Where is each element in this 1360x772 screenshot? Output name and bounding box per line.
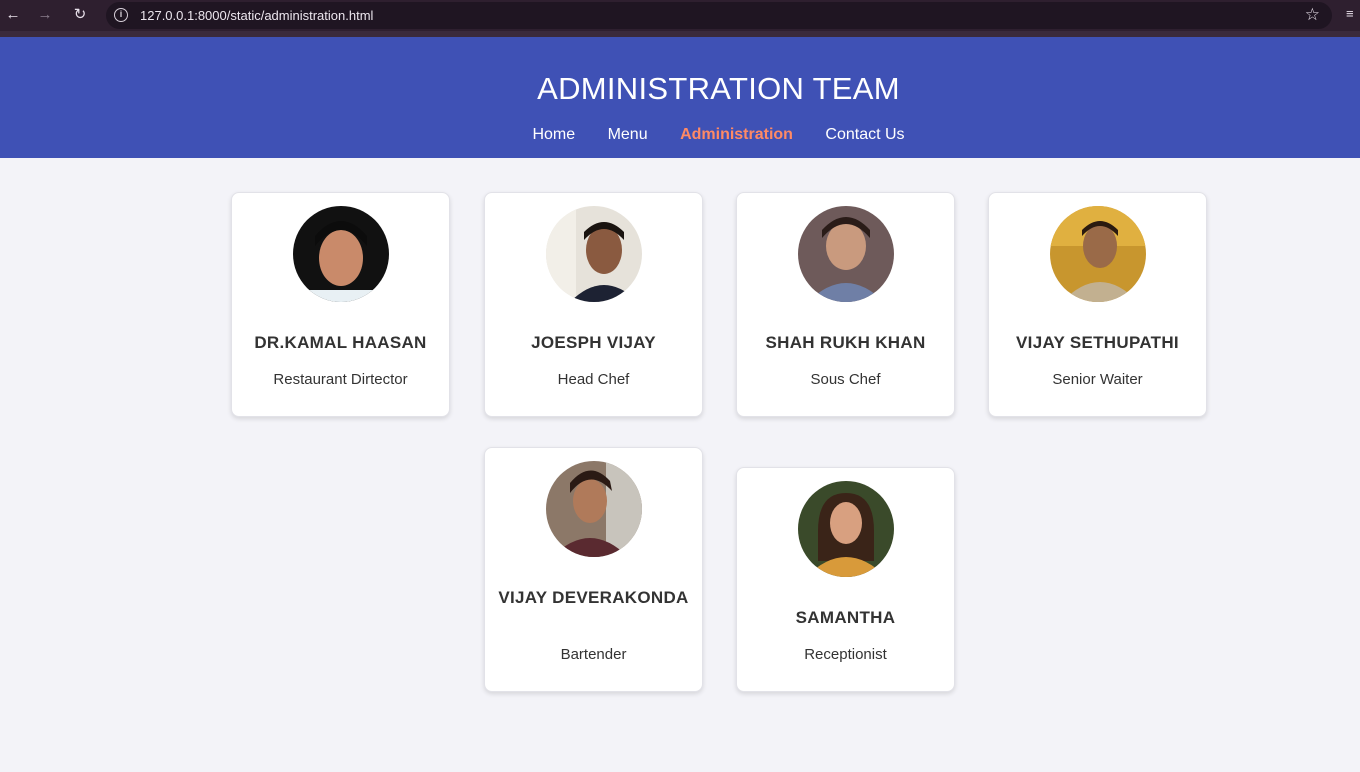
avatar: [1050, 206, 1146, 302]
nav-menu[interactable]: Menu: [608, 126, 648, 144]
avatar: [798, 206, 894, 302]
back-arrow-icon[interactable]: ←: [3, 5, 23, 25]
member-name: VIJAY SETHUPATHI: [1016, 333, 1179, 352]
team-card: SAMANTHA Receptionist: [736, 467, 955, 692]
page-title: ADMINISTRATION TEAM: [537, 71, 900, 106]
main-nav: Home Menu Administration Contact Us: [0, 126, 1360, 144]
page-header: ADMINISTRATION TEAM Home Menu Administra…: [0, 37, 1360, 158]
member-name: VIJAY DEVERAKONDA: [498, 588, 689, 607]
avatar: [546, 206, 642, 302]
bookmark-star-icon[interactable]: ☆: [1305, 5, 1320, 25]
member-name: SHAH RUKH KHAN: [765, 333, 926, 352]
nav-home[interactable]: Home: [532, 126, 575, 144]
reload-icon[interactable]: ↻: [70, 5, 90, 25]
forward-arrow-icon[interactable]: →: [35, 5, 55, 25]
site-info-icon[interactable]: i: [114, 8, 128, 22]
member-role: Receptionist: [804, 646, 887, 663]
avatar: [798, 481, 894, 577]
member-role: Senior Waiter: [1052, 371, 1143, 388]
member-name: JOESPH VIJAY: [531, 333, 656, 352]
nav-administration[interactable]: Administration: [680, 126, 793, 144]
address-bar[interactable]: i 127.0.0.1:8000/static/administration.h…: [106, 2, 1332, 29]
browser-menu-icon[interactable]: ≡: [1346, 6, 1360, 24]
member-name: DR.KAMAL HAASAN: [254, 333, 427, 352]
team-card: DR.KAMAL HAASAN Restaurant Dirtector: [231, 192, 450, 417]
member-role: Head Chef: [557, 371, 630, 388]
team-card: VIJAY DEVERAKONDA Bartender: [484, 447, 703, 692]
member-role: Bartender: [560, 646, 627, 663]
avatar: [293, 206, 389, 302]
nav-contact-us[interactable]: Contact Us: [825, 126, 904, 144]
avatar: [546, 461, 642, 557]
browser-toolbar: ← → ↻ i 127.0.0.1:8000/static/administra…: [0, 0, 1360, 31]
url-text[interactable]: 127.0.0.1:8000/static/administration.htm…: [140, 8, 373, 23]
member-name: SAMANTHA: [795, 608, 896, 627]
member-role: Restaurant Dirtector: [273, 371, 408, 388]
team-card: JOESPH VIJAY Head Chef: [484, 192, 703, 417]
team-card: VIJAY SETHUPATHI Senior Waiter: [988, 192, 1207, 417]
member-role: Sous Chef: [810, 371, 881, 388]
team-card: SHAH RUKH KHAN Sous Chef: [736, 192, 955, 417]
